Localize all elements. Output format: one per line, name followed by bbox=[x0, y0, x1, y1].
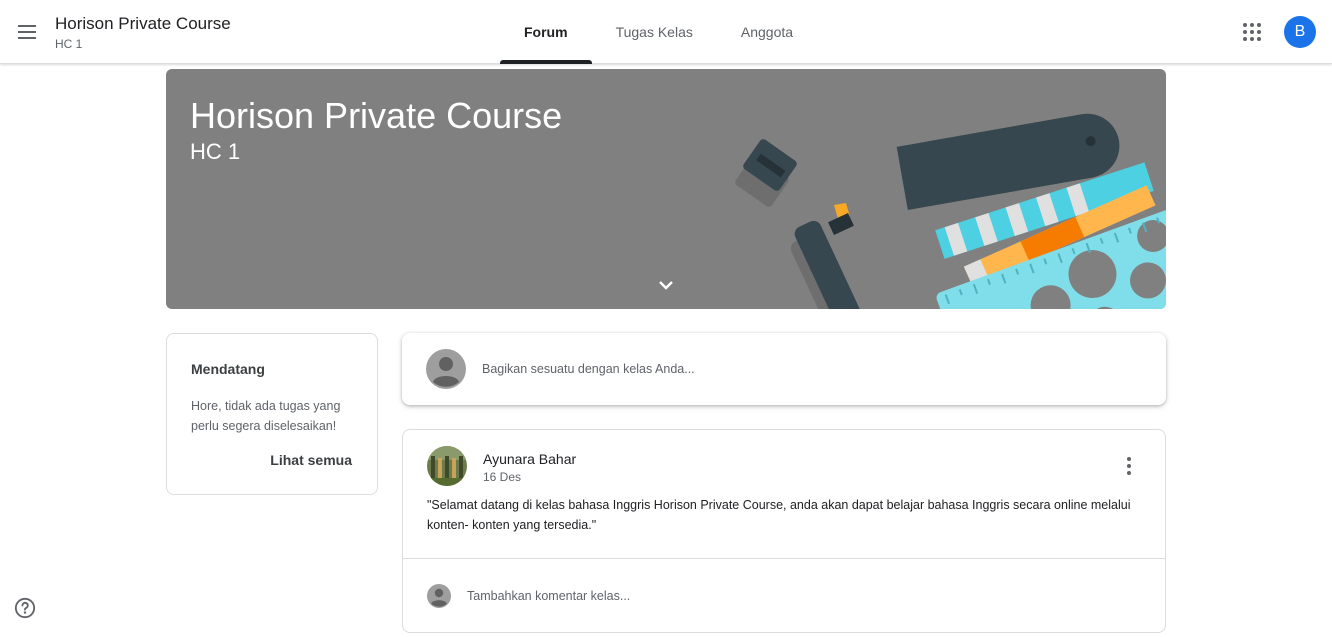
menu-icon[interactable] bbox=[12, 17, 42, 47]
class-tabs: Forum Tugas Kelas Anggota bbox=[500, 0, 817, 64]
tab-forum[interactable]: Forum bbox=[500, 0, 592, 64]
share-box[interactable]: Bagikan sesuatu dengan kelas Anda... bbox=[402, 333, 1166, 405]
banner-illustration bbox=[735, 113, 1166, 309]
tab-anggota[interactable]: Anggota bbox=[717, 0, 817, 64]
upcoming-title: Mendatang bbox=[191, 361, 265, 377]
apps-grid-icon[interactable] bbox=[1240, 20, 1264, 44]
upcoming-card: Mendatang Hore, tidak ada tugas yang per… bbox=[166, 333, 378, 495]
class-title[interactable]: Horison Private Course bbox=[55, 14, 231, 34]
class-comment-input[interactable]: Tambahkan komentar kelas... bbox=[467, 589, 630, 603]
account-avatar[interactable]: B bbox=[1284, 16, 1316, 48]
author-avatar bbox=[427, 446, 467, 486]
upcoming-text: Hore, tidak ada tugas yang perlu segera … bbox=[191, 399, 341, 433]
top-app-bar: Horison Private Course HC 1 Forum Tugas … bbox=[0, 0, 1332, 64]
user-placeholder-avatar bbox=[426, 349, 466, 389]
post-author: Ayunara Bahar bbox=[483, 451, 577, 467]
banner-subtitle: HC 1 bbox=[190, 139, 241, 164]
announcement-post: Ayunara Bahar 16 Des "Selamat datang di … bbox=[402, 429, 1166, 633]
post-body: "Selamat datang di kelas bahasa Inggris … bbox=[427, 498, 1131, 532]
post-divider bbox=[403, 558, 1165, 559]
post-date[interactable]: 16 Des bbox=[483, 470, 521, 484]
commenter-avatar bbox=[427, 584, 451, 608]
share-placeholder[interactable]: Bagikan sesuatu dengan kelas Anda... bbox=[482, 362, 695, 376]
help-icon[interactable] bbox=[14, 597, 36, 619]
class-section: HC 1 bbox=[55, 37, 83, 51]
tab-tugas-kelas[interactable]: Tugas Kelas bbox=[592, 0, 717, 64]
chevron-down-icon[interactable] bbox=[654, 275, 678, 295]
view-all-link[interactable]: Lihat semua bbox=[270, 452, 352, 468]
more-vert-icon[interactable] bbox=[1117, 454, 1141, 478]
banner-title[interactable]: Horison Private Course bbox=[190, 95, 562, 137]
class-banner: Horison Private Course HC 1 bbox=[166, 69, 1166, 309]
